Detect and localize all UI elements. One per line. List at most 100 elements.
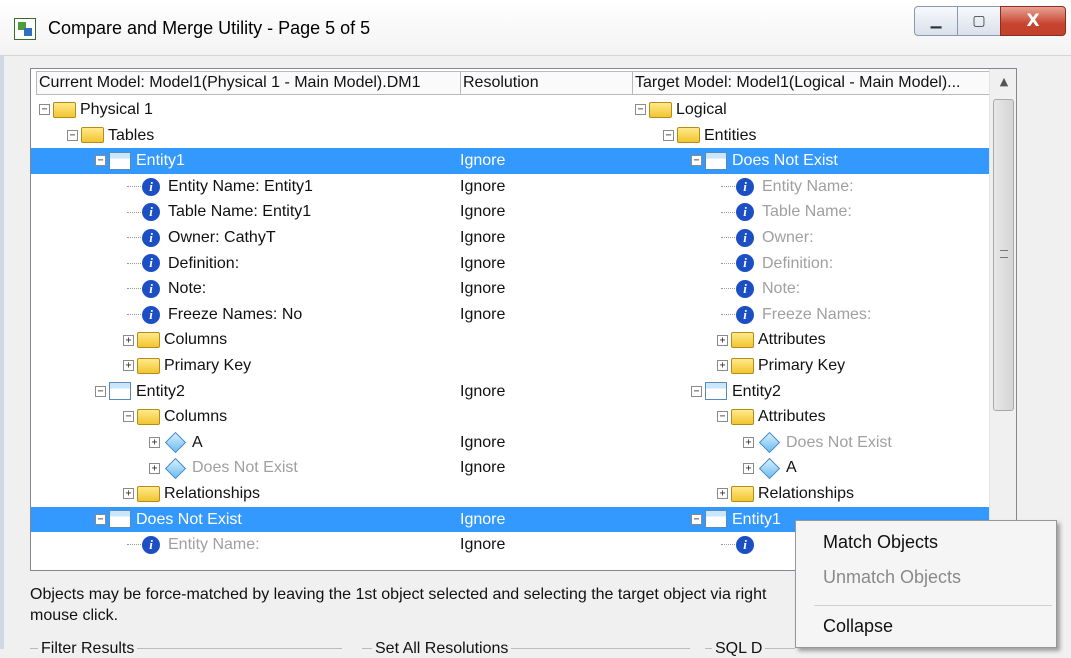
expand-icon[interactable]: + xyxy=(743,462,754,474)
resolution-cell[interactable]: Ignore xyxy=(460,507,505,533)
close-button[interactable]: X xyxy=(1000,6,1066,36)
tree-node[interactable]: i Note: xyxy=(721,276,800,302)
tree-row[interactable]: i Entity Name: Entity1 Ignore i Entity Name: xyxy=(31,174,989,200)
tree-node[interactable]: + Columns xyxy=(123,327,227,353)
collapse-icon[interactable]: − xyxy=(39,104,50,116)
maximize-button[interactable]: ▢ xyxy=(957,6,1001,36)
collapse-menu-item[interactable]: Collapse xyxy=(823,611,893,641)
tree-node[interactable]: + Relationships xyxy=(123,481,260,507)
collapse-icon[interactable]: − xyxy=(691,513,702,525)
tree-node[interactable]: + A xyxy=(743,455,797,481)
tree-node[interactable]: − Entity1 xyxy=(691,507,781,533)
tree-node[interactable]: i Definition: xyxy=(127,251,239,277)
resolution-cell[interactable]: Ignore xyxy=(460,455,505,481)
tree-row[interactable]: + Relationships + Relationships xyxy=(31,481,989,507)
collapse-icon[interactable]: − xyxy=(663,129,674,141)
expand-icon[interactable]: + xyxy=(149,462,160,474)
tree-node[interactable]: + Does Not Exist xyxy=(149,455,298,481)
tree-row[interactable]: i Table Name: Entity1 Ignore i Table Name: xyxy=(31,199,989,225)
tree-node[interactable]: − Entity2 xyxy=(691,379,781,405)
tree-node[interactable]: i Note: xyxy=(127,276,206,302)
resolution-cell[interactable]: Ignore xyxy=(460,430,505,456)
tree-node[interactable]: + Primary Key xyxy=(123,353,251,379)
collapse-icon[interactable]: − xyxy=(95,513,106,525)
tree-node[interactable]: i Freeze Names: No xyxy=(127,302,302,328)
resolution-cell[interactable]: Ignore xyxy=(460,302,505,328)
expand-icon[interactable]: + xyxy=(717,360,728,372)
collapse-icon[interactable]: − xyxy=(717,411,728,423)
scroll-up-arrow-icon[interactable]: ▲ xyxy=(990,75,1016,88)
expand-icon[interactable]: + xyxy=(123,334,134,346)
scroll-thumb[interactable] xyxy=(993,99,1014,411)
tree-node[interactable]: i Freeze Names: xyxy=(721,302,871,328)
collapse-icon[interactable]: − xyxy=(635,104,646,116)
tree-node[interactable]: + Attributes xyxy=(717,327,826,353)
tree-row[interactable]: + A Ignore + Does Not Exist xyxy=(31,430,989,456)
tree-node[interactable]: + Primary Key xyxy=(717,353,845,379)
expand-icon[interactable]: + xyxy=(717,488,728,500)
tree-node[interactable]: − Columns xyxy=(123,404,227,430)
resolution-cell[interactable]: Ignore xyxy=(460,148,505,174)
tree-node[interactable]: − Physical 1 xyxy=(39,97,153,123)
tree-row[interactable]: − Columns − Attributes xyxy=(31,404,989,430)
tree-node[interactable]: i Entity Name: xyxy=(127,532,260,558)
column-header-current-model[interactable]: Current Model: Model1(Physical 1 - Main … xyxy=(36,71,461,95)
resolution-cell[interactable]: Ignore xyxy=(460,276,505,302)
tree-node[interactable]: − Entity1 xyxy=(95,148,185,174)
resolution-cell[interactable]: Ignore xyxy=(460,532,505,558)
column-header-resolution[interactable]: Resolution xyxy=(461,71,633,95)
minimize-button[interactable]: ▁ xyxy=(914,6,958,36)
tree-row[interactable]: + Does Not Exist Ignore + A xyxy=(31,455,989,481)
tree-row[interactable]: i Definition: Ignore i Definition: xyxy=(31,251,989,277)
tree-node[interactable]: − Logical xyxy=(635,97,727,123)
tree-row[interactable]: + Columns + Attributes xyxy=(31,327,989,353)
resolution-cell[interactable]: Ignore xyxy=(460,251,505,277)
collapse-icon[interactable]: − xyxy=(691,155,702,167)
collapse-icon[interactable]: − xyxy=(691,385,702,397)
tree-node[interactable]: − Tables xyxy=(67,123,154,149)
tree-row[interactable]: + Primary Key + Primary Key xyxy=(31,353,989,379)
tree-row[interactable]: − Physical 1 − Logical xyxy=(31,97,989,123)
resolution-cell[interactable]: Ignore xyxy=(460,174,505,200)
tree-row[interactable]: − Entity1 Ignore − Does Not Exist xyxy=(31,148,989,174)
collapse-icon[interactable]: − xyxy=(67,129,78,141)
tree-node[interactable]: i Entity Name: xyxy=(721,174,854,200)
tree-row[interactable]: − Tables − Entities xyxy=(31,123,989,149)
tree-node[interactable]: − Does Not Exist xyxy=(691,148,838,174)
tree-row[interactable]: i Freeze Names: No Ignore i Freeze Names: xyxy=(31,302,989,328)
tree-node[interactable]: i Definition: xyxy=(721,251,833,277)
resolution-cell[interactable]: Ignore xyxy=(460,225,505,251)
expand-icon[interactable]: + xyxy=(743,436,754,448)
tree-node[interactable]: i xyxy=(721,532,762,558)
unmatch-objects-menu-item[interactable]: Unmatch Objects xyxy=(823,562,961,592)
expand-icon[interactable]: + xyxy=(717,334,728,346)
tree-node[interactable]: + Relationships xyxy=(717,481,854,507)
resolution-cell[interactable]: Ignore xyxy=(460,199,505,225)
collapse-icon[interactable]: − xyxy=(95,155,106,167)
expand-icon[interactable]: + xyxy=(149,436,160,448)
tree-row[interactable]: − Entity2 Ignore − Entity2 xyxy=(31,379,989,405)
vertical-scrollbar[interactable]: ▲ xyxy=(989,69,1016,570)
tree-node[interactable]: − Entities xyxy=(663,123,756,149)
expand-icon[interactable]: + xyxy=(123,488,134,500)
tree-node[interactable]: i Entity Name: Entity1 xyxy=(127,174,313,200)
expand-icon[interactable]: + xyxy=(123,360,134,372)
tree-node[interactable]: i Owner: CathyT xyxy=(127,225,276,251)
column-header-target-model[interactable]: Target Model: Model1(Logical - Main Mode… xyxy=(633,71,991,95)
match-objects-menu-item[interactable]: Match Objects xyxy=(823,527,938,557)
tree-node[interactable]: − Entity2 xyxy=(95,379,185,405)
tree-node[interactable]: − Attributes xyxy=(717,404,826,430)
tree-node[interactable]: + A xyxy=(149,430,203,456)
tree-row[interactable]: i Owner: CathyT Ignore i Owner: xyxy=(31,225,989,251)
tree-node[interactable]: + Does Not Exist xyxy=(743,430,892,456)
tree-node[interactable]: i Owner: xyxy=(721,225,814,251)
info-icon: i xyxy=(736,177,754,196)
tree-row[interactable]: i Note: Ignore i Note: xyxy=(31,276,989,302)
tree-node[interactable]: i Table Name: Entity1 xyxy=(127,199,311,225)
compare-tree-panel[interactable]: Current Model: Model1(Physical 1 - Main … xyxy=(30,68,1017,571)
tree-node[interactable]: − Does Not Exist xyxy=(95,507,242,533)
resolution-cell[interactable]: Ignore xyxy=(460,379,505,405)
collapse-icon[interactable]: − xyxy=(95,385,106,397)
collapse-icon[interactable]: − xyxy=(123,411,134,423)
tree-node[interactable]: i Table Name: xyxy=(721,199,852,225)
